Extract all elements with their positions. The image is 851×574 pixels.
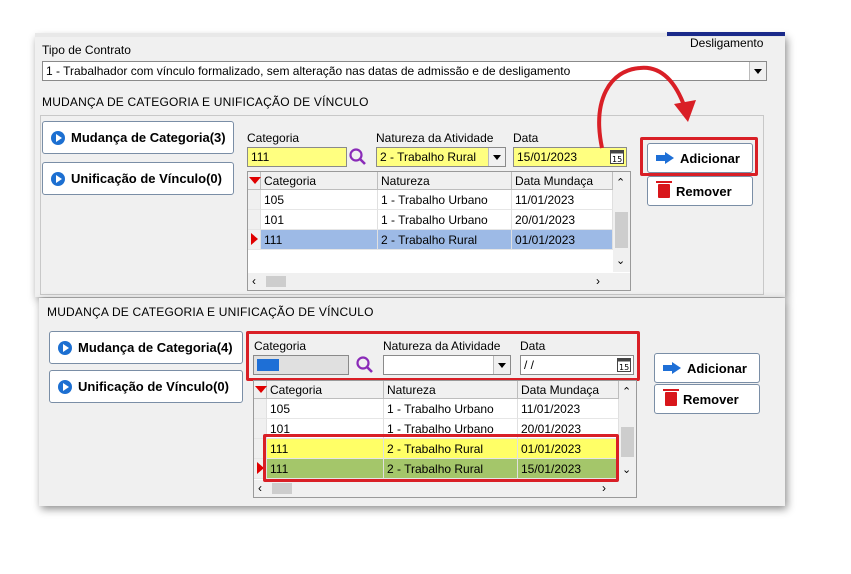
- table-cell[interactable]: 1 - Trabalho Urbano: [378, 210, 512, 230]
- sort-triangle-icon: [249, 177, 261, 184]
- contract-type-value: 1 - Trabalhador com vínculo formalizado,…: [46, 64, 571, 78]
- categoria-value: 111: [251, 150, 270, 164]
- add-arrow-icon: [663, 362, 681, 374]
- scroll-thumb[interactable]: [615, 212, 628, 248]
- play-icon: [58, 340, 72, 355]
- curved-arrow-icon: [597, 65, 696, 149]
- row-indicator: [248, 190, 261, 210]
- svg-text:15: 15: [612, 155, 622, 164]
- data-label: Data: [513, 131, 539, 145]
- natureza-select[interactable]: 2 - Trabalho Rural: [376, 147, 506, 167]
- table-cell[interactable]: 105: [261, 190, 378, 210]
- scroll-hthumb[interactable]: [266, 276, 286, 287]
- trash-icon: [656, 181, 672, 198]
- mudanca-categoria-button[interactable]: Mudança de Categoria(4): [49, 331, 243, 364]
- vertical-scrollbar[interactable]: ⌃ ⌄: [613, 172, 630, 272]
- contract-type-label: Tipo de Contrato: [42, 43, 131, 57]
- unificacao-vinculo-button[interactable]: Unificação de Vínculo(0): [42, 162, 234, 195]
- horizontal-scrollbar[interactable]: ‹ ›: [248, 273, 630, 290]
- bottom-panel: MUDANÇA DE CATEGORIA E UNIFICAÇÃO DE VÍN…: [39, 298, 785, 506]
- grid-header-categoria[interactable]: Categoria: [267, 381, 384, 399]
- table-cell[interactable]: 20/01/2023: [512, 210, 613, 230]
- scroll-down-icon[interactable]: ⌄: [616, 254, 625, 267]
- calendar-icon[interactable]: 15: [610, 150, 624, 164]
- grid-header-categoria[interactable]: Categoria: [261, 172, 378, 190]
- play-icon: [51, 171, 65, 186]
- remover-button[interactable]: Remover: [647, 176, 753, 206]
- row-pointer-icon: [251, 233, 258, 245]
- table-cell[interactable]: 101: [261, 210, 378, 230]
- play-icon: [58, 379, 72, 394]
- unificacao-vinculo-button[interactable]: Unificação de Vínculo(0): [49, 370, 243, 403]
- horizontal-scrollbar[interactable]: ‹ ›: [254, 480, 636, 497]
- table-cell[interactable]: 105: [267, 399, 384, 419]
- dropdown-arrow-icon[interactable]: [749, 62, 766, 80]
- play-icon: [51, 130, 65, 145]
- remover-button[interactable]: Remover: [654, 384, 760, 414]
- grid-indicator-header: [248, 172, 261, 190]
- grid-header-data[interactable]: Data Mundaça: [518, 381, 619, 399]
- search-icon[interactable]: [348, 147, 368, 167]
- adicionar-label: Adicionar: [687, 360, 747, 376]
- scroll-up-icon[interactable]: ⌃: [616, 176, 625, 189]
- dropdown-arrow-icon[interactable]: [488, 148, 505, 166]
- scroll-down-icon[interactable]: ⌄: [622, 463, 631, 476]
- vertical-scrollbar[interactable]: ⌃ ⌄: [619, 381, 636, 480]
- table-cell[interactable]: 1 - Trabalho Urbano: [378, 190, 512, 210]
- mudanca-categoria-button[interactable]: Mudança de Categoria(3): [42, 121, 234, 154]
- table-cell[interactable]: 111: [261, 230, 378, 250]
- trash-icon: [663, 389, 679, 406]
- grid-header-natureza[interactable]: Natureza: [384, 381, 518, 399]
- natureza-label: Natureza da Atividade: [376, 131, 494, 145]
- unificacao-vinculo-label: Unificação de Vínculo(0): [78, 379, 229, 394]
- remover-label: Remover: [683, 391, 739, 407]
- section-title: MUDANÇA DE CATEGORIA E UNIFICAÇÃO DE VÍN…: [47, 305, 374, 319]
- scroll-thumb[interactable]: [621, 427, 634, 457]
- row-indicator: [248, 210, 261, 230]
- grid-indicator-header: [254, 381, 267, 399]
- table-cell[interactable]: 01/01/2023: [512, 230, 613, 250]
- table-cell[interactable]: 1 - Trabalho Urbano: [384, 399, 518, 419]
- top-grid[interactable]: Categoria Natureza Data Mundaça 105 1 - …: [247, 171, 631, 291]
- desligamento-label: Desligamento: [690, 36, 764, 50]
- data-input[interactable]: 15/01/2023 15: [513, 147, 627, 167]
- categoria-label: Categoria: [247, 131, 300, 145]
- scroll-hthumb[interactable]: [272, 483, 292, 494]
- unificacao-vinculo-label: Unificação de Vínculo(0): [71, 171, 222, 186]
- row-indicator: [248, 230, 261, 250]
- row-indicator: [254, 399, 267, 419]
- scroll-right-icon[interactable]: ›: [596, 274, 600, 288]
- data-value: 15/01/2023: [517, 150, 578, 164]
- table-cell[interactable]: 2 - Trabalho Rural: [378, 230, 512, 250]
- highlight-new-rows: [263, 434, 619, 482]
- table-cell[interactable]: 11/01/2023: [512, 190, 613, 210]
- grid-header-natureza[interactable]: Natureza: [378, 172, 512, 190]
- grid-header-data[interactable]: Data Mundaça: [512, 172, 613, 190]
- mudanca-categoria-label: Mudança de Categoria(3): [71, 130, 226, 145]
- categoria-input[interactable]: 111: [247, 147, 347, 167]
- remover-label: Remover: [676, 183, 732, 199]
- sort-triangle-icon: [255, 386, 267, 393]
- scroll-left-icon[interactable]: ‹: [252, 274, 256, 288]
- highlight-input-row: [246, 331, 640, 381]
- section-title: MUDANÇA DE CATEGORIA E UNIFICAÇÃO DE VÍN…: [42, 95, 369, 109]
- scroll-left-icon[interactable]: ‹: [258, 481, 262, 495]
- adicionar-button[interactable]: Adicionar: [654, 353, 760, 383]
- mudanca-categoria-label: Mudança de Categoria(4): [78, 340, 233, 355]
- scroll-up-icon[interactable]: ⌃: [622, 385, 631, 398]
- natureza-value: 2 - Trabalho Rural: [380, 150, 477, 164]
- scroll-right-icon[interactable]: ›: [602, 481, 606, 495]
- table-cell[interactable]: 11/01/2023: [518, 399, 619, 419]
